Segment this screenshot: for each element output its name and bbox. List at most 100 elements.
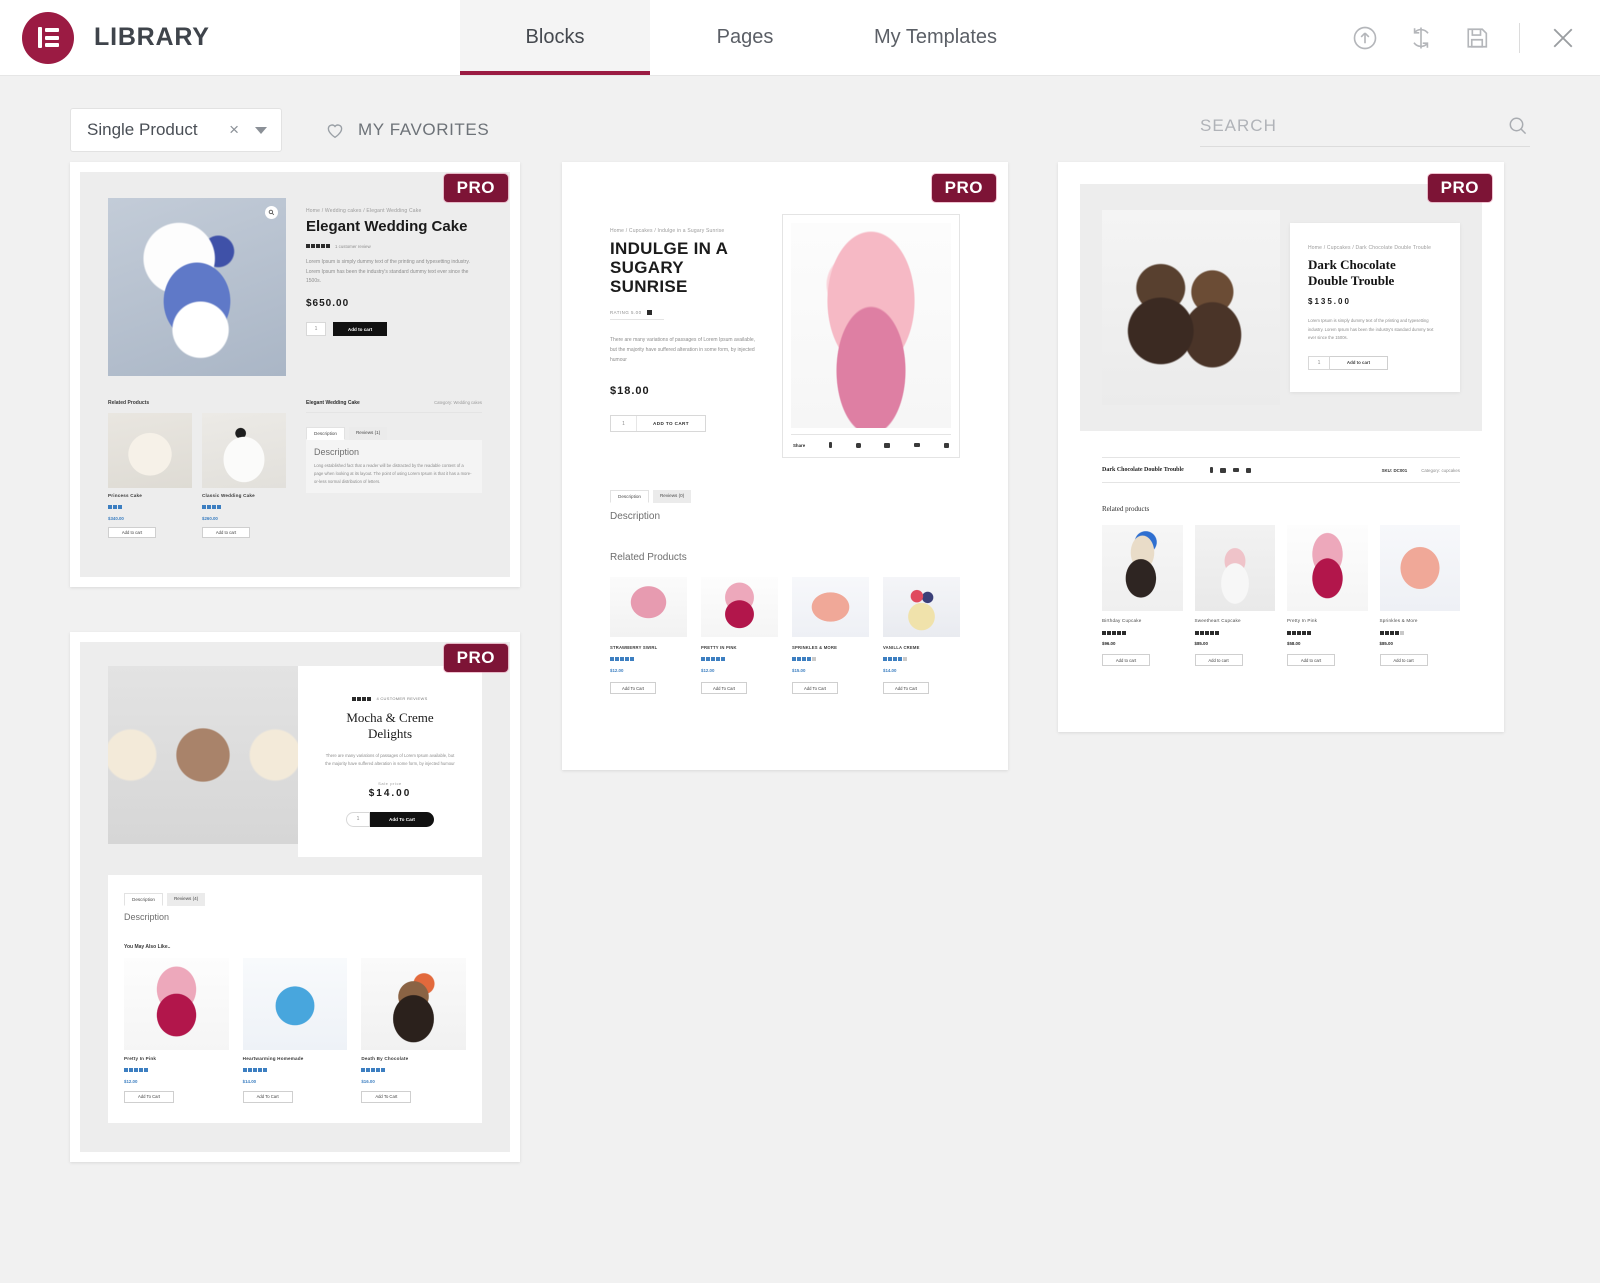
google-plus-icon[interactable] <box>1219 467 1226 473</box>
pro-badge: PRO <box>443 644 508 672</box>
tab-description[interactable]: Description <box>306 427 345 440</box>
google-plus-icon[interactable] <box>884 442 891 448</box>
template-card-mocha-creme-delights[interactable]: PRO 4 CUSTOMER REVIEWS Mocha & Creme Del… <box>70 632 520 1162</box>
related-product-item[interactable]: PRETTY IN PINK $12.00 Add To Cart <box>701 577 778 694</box>
search-input[interactable] <box>1200 115 1506 136</box>
twitter-icon[interactable] <box>1232 468 1239 472</box>
template-card-elegant-wedding-cake[interactable]: PRO Home / Wedding cakes / Elegant Weddi… <box>70 162 520 587</box>
linkedin-icon[interactable] <box>1245 467 1251 473</box>
share-label: Share <box>793 442 806 448</box>
related-product-image <box>242 957 348 1050</box>
instagram-icon[interactable] <box>855 442 861 448</box>
pro-badge: PRO <box>443 174 508 202</box>
pinterest-icon[interactable] <box>943 442 949 448</box>
share-row <box>1209 467 1251 473</box>
tab-description[interactable]: Description <box>124 892 163 906</box>
related-add-to-cart-button[interactable]: Add To Cart <box>242 1090 293 1103</box>
product-title: INDULGE IN A SUGARY SUNRISE <box>610 239 729 297</box>
related-product-image <box>1379 525 1460 611</box>
clear-filter-icon[interactable]: × <box>225 120 243 140</box>
related-product-item[interactable]: SPRINKLES & MORE $15.00 Add To Cart <box>792 577 869 694</box>
section-title: Description <box>124 911 170 922</box>
twitter-icon[interactable] <box>914 443 921 447</box>
product-title: Elegant Wedding Cake <box>306 218 468 235</box>
related-add-to-cart-button[interactable]: Add To Cart <box>701 682 747 694</box>
related-product-item[interactable]: STRAWBERRY SWIRL $12.00 Add To Cart <box>610 577 687 694</box>
related-product-image <box>701 577 778 637</box>
tab-reviews[interactable]: Reviews (1) <box>348 427 388 440</box>
related-add-to-cart-button[interactable]: Add to cart <box>1194 654 1243 666</box>
pro-badge: PRO <box>1427 174 1492 202</box>
related-add-to-cart-button[interactable]: Add To Cart <box>883 682 929 694</box>
related-products-label: Related Products <box>610 552 687 563</box>
add-to-cart-button[interactable]: ADD TO CART <box>637 416 705 431</box>
add-to-cart-button[interactable]: Add To Cart <box>370 811 434 827</box>
tab-reviews[interactable]: Reviews (4) <box>166 892 206 906</box>
related-add-to-cart-button[interactable]: Add to cart <box>202 527 250 538</box>
related-product-name: Pretty In Pink <box>1287 618 1318 623</box>
tab-my-templates[interactable]: My Templates <box>840 0 1031 75</box>
rating-text: RATING 5.00 <box>610 310 642 316</box>
search-box[interactable] <box>1200 114 1530 147</box>
quantity-input[interactable]: 1 <box>611 416 637 432</box>
related-add-to-cart-button[interactable]: Add to cart <box>1379 654 1428 666</box>
related-product-item[interactable]: VANILLA CREME $14.00 Add To Cart <box>883 577 960 694</box>
facebook-icon[interactable] <box>1209 467 1213 473</box>
related-product-item[interactable]: Pretty In Pink $58.00 Add to cart <box>1287 525 1368 666</box>
related-product-item[interactable]: Princess Cake $340.00 Add to cart <box>108 413 192 538</box>
breadcrumb: Home / Cupcakes / Indulge in a Sugary Su… <box>610 228 725 234</box>
related-product-item[interactable]: Heartwarming Homemade $14.00 Add To Cart <box>242 957 348 1103</box>
related-product-item[interactable]: Death By Chocolate $16.00 Add To Cart <box>361 957 467 1103</box>
related-product-price: $16.00 <box>361 1078 375 1084</box>
related-add-to-cart-button[interactable]: Add to cart <box>1287 654 1335 666</box>
category-filter-select[interactable]: Single Product × <box>70 108 282 152</box>
save-icon[interactable] <box>1463 24 1491 52</box>
add-to-cart-button[interactable]: Add to cart <box>1330 355 1388 370</box>
related-product-price: $96.00 <box>1102 641 1116 646</box>
template-card-sugary-sunrise[interactable]: PRO Home / Cupcakes / Indulge in a Sugar… <box>562 162 1008 770</box>
related-product-item[interactable]: Classic Wedding Cake $260.00 Add to cart <box>202 413 286 538</box>
breadcrumb: Home / Wedding cakes / Elegant Wedding C… <box>306 208 422 214</box>
my-favorites-button[interactable]: MY FAVORITES <box>324 119 489 141</box>
related-product-item[interactable]: Pretty In Pink $12.00 Add To Cart <box>124 957 229 1103</box>
related-add-to-cart-button[interactable]: Add to cart <box>108 527 156 538</box>
related-product-price: $14.00 <box>242 1078 257 1084</box>
product-meta-sku: SKU: DC001 <box>1381 467 1408 473</box>
quantity-input[interactable]: 1 <box>346 811 370 827</box>
rating: RATING 5.00 <box>610 310 756 316</box>
related-product-item[interactable]: Birthday Cupcake $96.00 Add to cart <box>1102 525 1183 666</box>
tab-reviews[interactable]: Reviews (0) <box>652 490 692 503</box>
header-divider <box>1519 22 1520 53</box>
quantity-input[interactable]: 1 <box>306 322 326 337</box>
quantity-input[interactable]: 1 <box>1308 355 1330 370</box>
facebook-icon[interactable] <box>828 442 832 448</box>
upload-icon[interactable] <box>1351 24 1379 52</box>
related-product-item[interactable]: Sweetheart Cupcake $85.00 Add to cart <box>1194 525 1275 666</box>
sync-icon[interactable] <box>1407 24 1435 52</box>
related-product-price: $12.00 <box>124 1078 138 1084</box>
related-add-to-cart-button[interactable]: Add To Cart <box>361 1090 412 1103</box>
related-add-to-cart-button[interactable]: Add To Cart <box>792 682 838 694</box>
related-product-image <box>124 957 229 1050</box>
related-product-image <box>1287 525 1368 611</box>
related-product-image <box>202 413 286 488</box>
add-to-cart-button[interactable]: Add to cart <box>333 322 387 337</box>
related-add-to-cart-button[interactable]: Add To Cart <box>610 682 656 694</box>
search-icon[interactable] <box>1506 114 1530 138</box>
tab-blocks[interactable]: Blocks <box>460 0 650 75</box>
related-product-price: $58.00 <box>1287 641 1301 646</box>
tab-description[interactable]: Description <box>610 490 649 503</box>
product-description: Lorem Ipsum is simply dummy text of the … <box>1308 318 1434 340</box>
header-actions <box>1351 0 1600 75</box>
related-add-to-cart-button[interactable]: Add To Cart <box>124 1090 174 1103</box>
product-description: There are many variations of passages of… <box>610 337 756 363</box>
related-product-item[interactable]: Sprinkles & More $85.00 Add to cart <box>1379 525 1460 666</box>
template-preview: Home / Wedding cakes / Elegant Wedding C… <box>80 172 510 577</box>
tab-pages[interactable]: Pages <box>650 0 840 75</box>
template-card-dark-chocolate-double-trouble[interactable]: PRO Home / Cupcakes / Dark Chocolate Dou… <box>1058 162 1504 732</box>
close-icon[interactable] <box>1548 23 1578 53</box>
chevron-down-icon[interactable] <box>255 126 267 134</box>
related-add-to-cart-button[interactable]: Add to cart <box>1102 654 1150 666</box>
related-product-price: $260.00 <box>202 516 218 521</box>
product-image <box>791 223 951 428</box>
